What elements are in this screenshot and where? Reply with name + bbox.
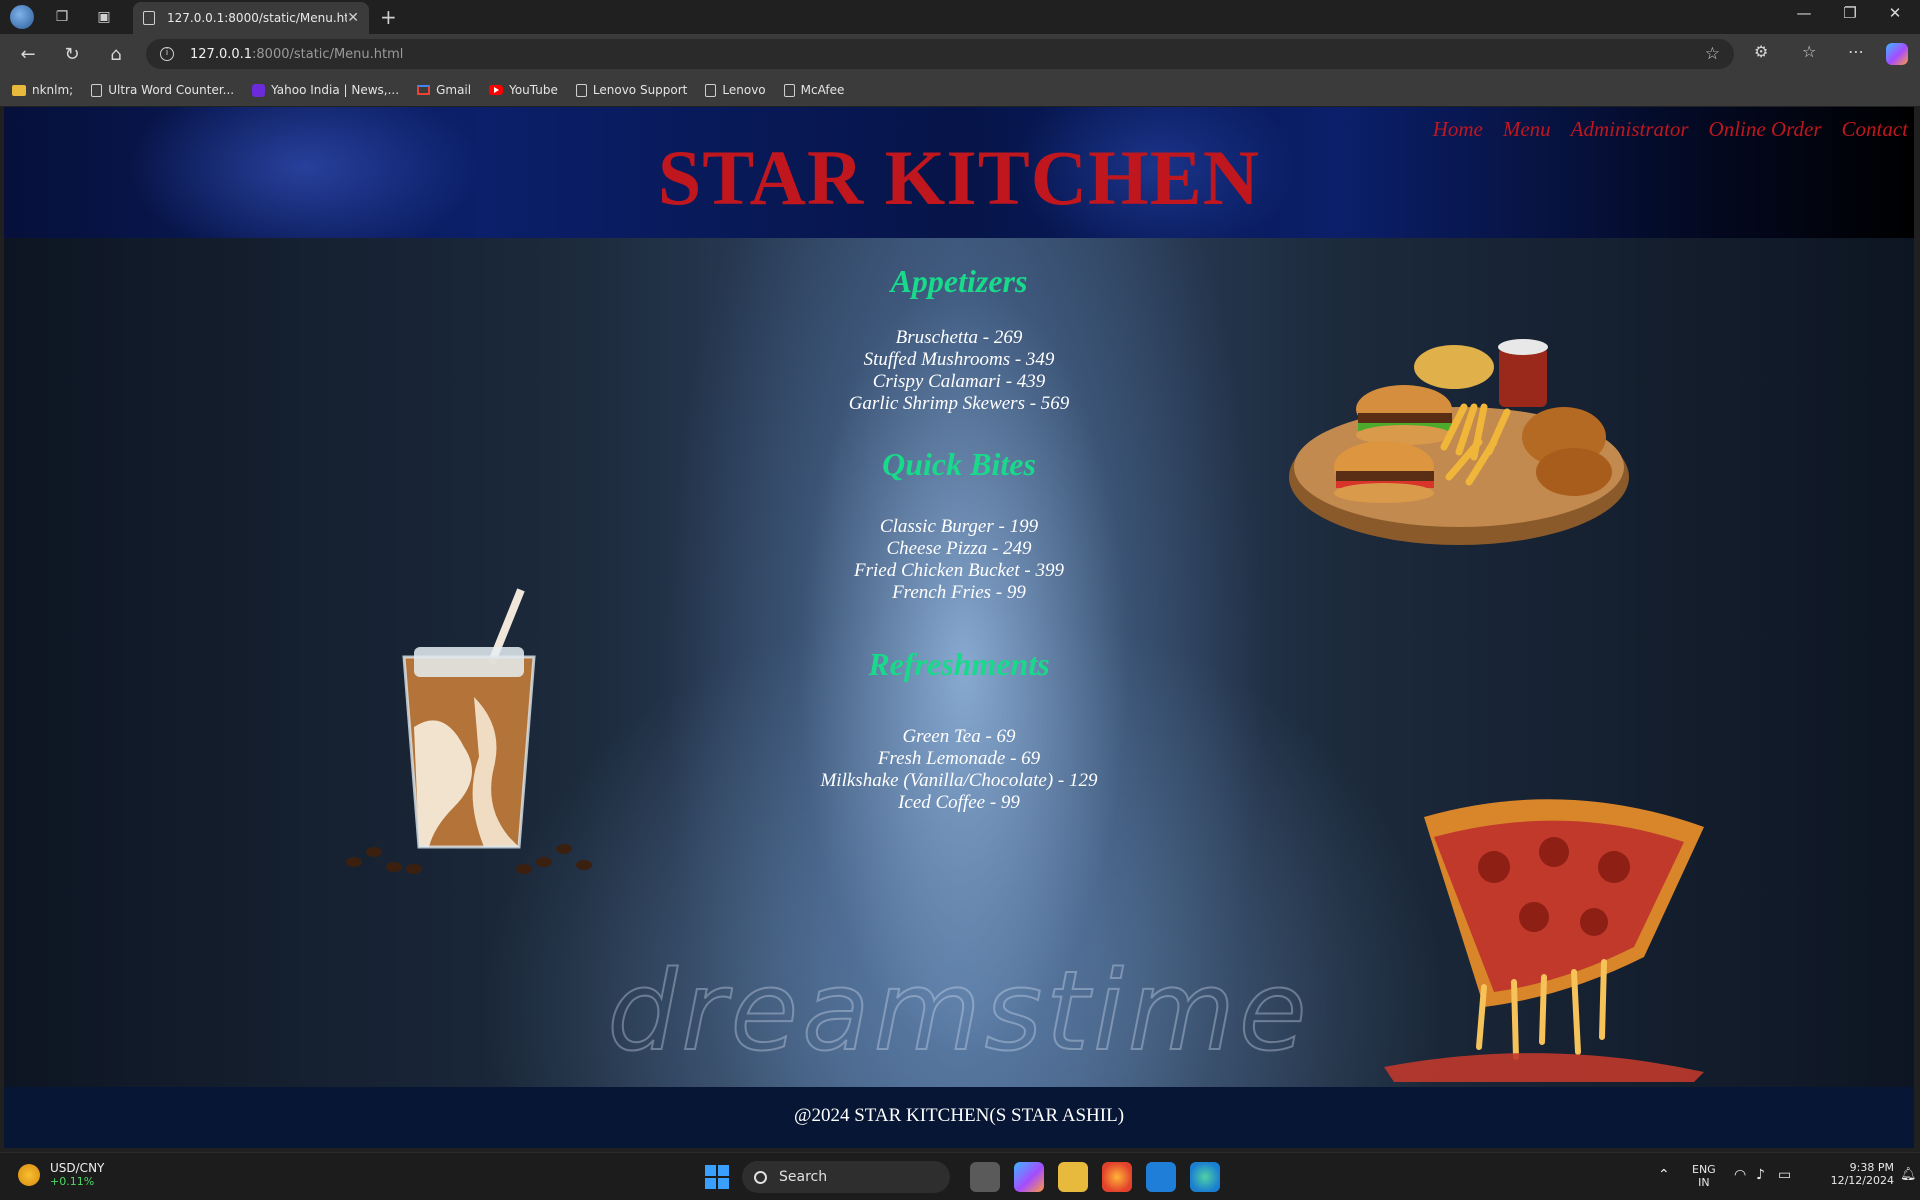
notification-bell-icon[interactable]: 🔔︎: [1900, 1167, 1917, 1182]
clock-date: 12/12/2024: [1830, 1174, 1894, 1187]
language-indicator[interactable]: ENG IN: [1692, 1163, 1716, 1189]
bookmark-link[interactable]: Yahoo India | News,...: [252, 83, 399, 97]
site-header: STAR KITCHEN Home Menu Administrator Onl…: [4, 107, 1914, 238]
iced-coffee-image: [346, 588, 592, 874]
site-nav: Home Menu Administrator Online Order Con…: [1433, 117, 1908, 142]
nav-link-menu[interactable]: Menu: [1503, 117, 1551, 142]
search-placeholder: Search: [779, 1169, 828, 1185]
site-title: STAR KITCHEN: [657, 134, 1261, 221]
page-icon: [783, 83, 795, 97]
gmail-icon: [417, 85, 431, 95]
back-icon[interactable]: ←: [14, 41, 42, 67]
nav-link-administrator[interactable]: Administrator: [1571, 117, 1689, 142]
favorite-star-icon[interactable]: ☆: [1705, 44, 1720, 64]
bookmark-link[interactable]: Gmail: [417, 83, 471, 97]
taskbar-search[interactable]: Search: [742, 1161, 950, 1193]
bookmark-folder[interactable]: nknlm;: [12, 83, 73, 97]
copilot-icon[interactable]: [1886, 43, 1908, 65]
widget-title: USD/CNY: [50, 1161, 105, 1175]
site-footer: @2024 STAR KITCHEN(S STAR ASHIL): [4, 1087, 1914, 1148]
menu-item: French Fries - 99: [892, 582, 1026, 603]
restore-icon[interactable]: ❐: [1828, 4, 1872, 22]
clock-time: 9:38 PM: [1849, 1161, 1894, 1174]
nav-link-home[interactable]: Home: [1433, 117, 1483, 142]
firefox-icon[interactable]: [1102, 1162, 1132, 1192]
menu-item: Fried Chicken Bucket - 399: [854, 560, 1064, 581]
file-explorer-icon[interactable]: [1058, 1162, 1088, 1192]
bookmarks-bar: nknlm; Ultra Word Counter... Yahoo India…: [0, 74, 1920, 106]
new-tab-icon[interactable]: +: [380, 5, 397, 29]
reload-icon[interactable]: ↻: [58, 41, 86, 67]
home-icon[interactable]: ⌂: [102, 41, 130, 67]
yahoo-icon: [252, 83, 266, 97]
close-window-icon[interactable]: ✕: [1873, 4, 1917, 22]
section-title-appetizers: Appetizers: [890, 263, 1028, 299]
volume-icon[interactable]: ♪: [1756, 1167, 1765, 1183]
url-host: 127.0.0.1: [190, 46, 253, 62]
url-path: :8000/static/Menu.html: [252, 46, 404, 62]
page-icon: [143, 11, 155, 25]
nav-link-online-order[interactable]: Online Order: [1709, 117, 1822, 142]
pizza-slice-image: [1384, 799, 1704, 1082]
page-icon: [705, 83, 717, 97]
bookmark-link[interactable]: Lenovo Support: [575, 83, 687, 97]
browser-tab-bar: ❐ ▣ 127.0.0.1:8000/static/Menu.html ✕ + …: [0, 0, 1920, 34]
widget-value: +0.11%: [50, 1175, 95, 1188]
minimize-icon[interactable]: —: [1782, 4, 1826, 22]
nav-link-contact[interactable]: Contact: [1842, 117, 1909, 142]
bookmark-link[interactable]: YouTube: [489, 83, 558, 97]
site-info-icon[interactable]: i: [160, 47, 174, 61]
wifi-icon[interactable]: ◠: [1734, 1167, 1746, 1183]
bookmark-link[interactable]: Ultra Word Counter...: [91, 83, 234, 97]
profile-avatar-icon[interactable]: [10, 5, 34, 29]
vertical-tabs-icon[interactable]: ▣: [92, 5, 116, 29]
vscode-icon[interactable]: [1146, 1162, 1176, 1192]
address-bar[interactable]: i 127.0.0.1:8000/static/Menu.html ☆: [146, 39, 1734, 69]
close-tab-icon[interactable]: ✕: [347, 10, 359, 26]
bookmark-link[interactable]: Lenovo: [705, 83, 766, 97]
browser-tab[interactable]: 127.0.0.1:8000/static/Menu.html ✕: [133, 2, 369, 34]
footer-copyright: @2024 STAR KITCHEN(S STAR ASHIL): [793, 1105, 1125, 1126]
page-icon: [575, 83, 587, 97]
bookmark-link[interactable]: McAfee: [783, 83, 844, 97]
favorites-icon[interactable]: ☆: [1802, 42, 1816, 61]
edge-icon[interactable]: [1190, 1162, 1220, 1192]
address-toolbar: ← ↻ ⌂ i 127.0.0.1:8000/static/Menu.html …: [0, 34, 1920, 74]
youtube-icon: [489, 85, 504, 95]
burger-platter-image: [1289, 339, 1629, 545]
workspaces-icon[interactable]: ❐: [50, 5, 74, 29]
battery-icon[interactable]: ▭: [1778, 1167, 1791, 1183]
extensions-icon[interactable]: ⚙: [1754, 42, 1768, 61]
menu-item: Green Tea - 69: [902, 726, 1016, 747]
section-title-refreshments: Refreshments: [868, 646, 1050, 682]
page-icon: [91, 83, 103, 97]
windows-start-icon[interactable]: [702, 1162, 732, 1192]
folder-icon: [12, 84, 26, 96]
search-icon: [754, 1170, 767, 1184]
widget-currency[interactable]: USD/CNY +0.11%: [18, 1161, 104, 1188]
web-page: STAR KITCHEN Home Menu Administrator Onl…: [4, 107, 1914, 1148]
taskbar: USD/CNY +0.11% Search ⌃ ENG IN ◠ ♪ ▭ 9:3…: [0, 1152, 1920, 1200]
widget-icon: [18, 1163, 40, 1186]
clock[interactable]: 9:38 PM 12/12/2024: [1814, 1161, 1894, 1187]
task-view-icon[interactable]: [970, 1162, 1000, 1192]
copilot-taskbar-icon[interactable]: [1014, 1162, 1044, 1192]
tab-title: 127.0.0.1:8000/static/Menu.html: [167, 11, 348, 25]
show-hidden-icons[interactable]: ⌃: [1658, 1167, 1670, 1183]
more-options-icon[interactable]: ⋯: [1848, 42, 1864, 61]
